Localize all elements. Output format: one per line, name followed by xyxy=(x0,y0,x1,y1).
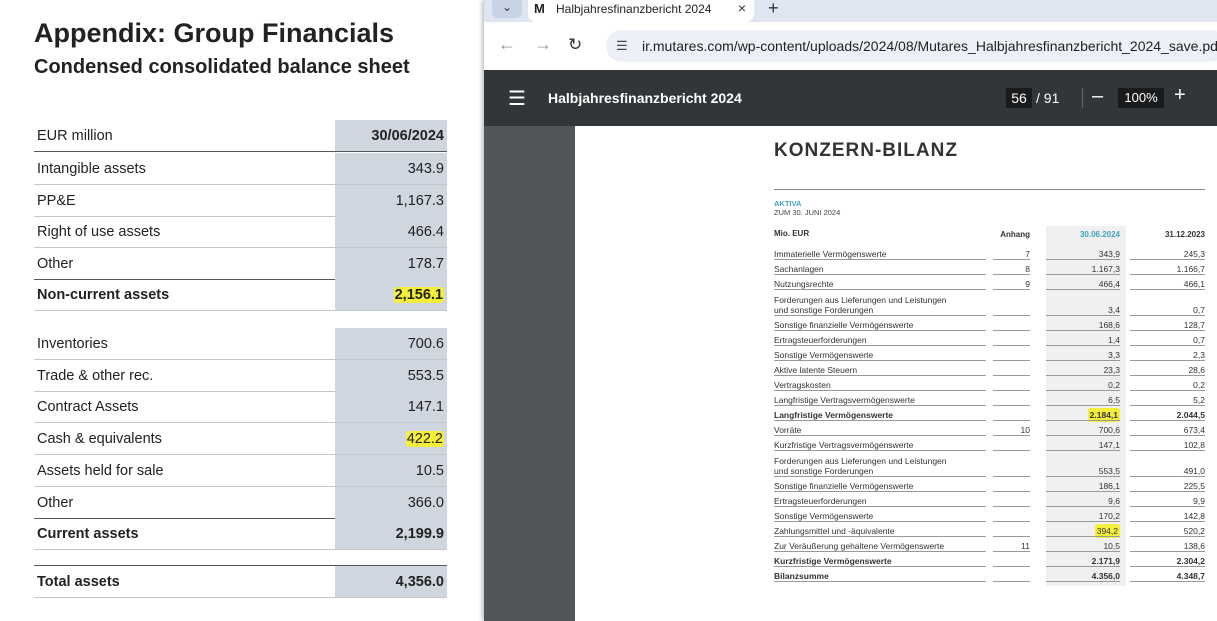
zoom-in-button[interactable]: + xyxy=(1174,84,1186,107)
table-row: Inventories 700.6 xyxy=(34,328,447,360)
highlighted-value: 422.2 xyxy=(405,431,444,447)
pdf-section-label: AKTIVA xyxy=(774,199,802,208)
hamburger-menu-icon[interactable]: ☰ xyxy=(508,86,526,111)
slide-title: Appendix: Group Financials xyxy=(34,18,395,48)
browser-toolbar: ← → ↻ ☰ ir.mutares.com/wp-content/upload… xyxy=(484,22,1217,71)
pdf-title: Halbjahresfinanzbericht 2024 xyxy=(548,90,742,106)
balance-table-header: EUR million 30/06/2024 xyxy=(34,120,447,152)
highlighted-value: 2,156.1 xyxy=(393,287,444,303)
pdf-table-row: Vertragskosten 0,2 0,2 xyxy=(774,380,1205,391)
url-text[interactable]: ir.mutares.com/wp-content/uploads/2024/0… xyxy=(642,38,1217,54)
pdf-table-row: Zahlungsmittel und -äquivalente 394,2 520,… xyxy=(774,524,1205,538)
zoom-level-input[interactable]: 100% xyxy=(1118,88,1164,108)
presentation-slide: Appendix: Group Financials Condensed con… xyxy=(0,0,484,621)
page-number-input[interactable]: 56 xyxy=(1006,88,1032,108)
pdf-table-row: Sonstige finanzielle Vermögenswerte 168,6… xyxy=(774,320,1205,331)
pdf-table-row: Sonstige Vermögenswerte 3,3 2,3 xyxy=(774,350,1205,361)
pdf-table-row: Bilanzsumme 4.356,0 4.348,7 xyxy=(774,571,1205,582)
divider xyxy=(774,189,1205,190)
pdf-heading: KONZERN-BILANZ xyxy=(774,140,958,161)
header-label: EUR million xyxy=(37,128,113,144)
pdf-table-row: Nutzungsrechte 9 466,4 466,1 xyxy=(774,279,1205,290)
table-row: PP&E 1,167.3 xyxy=(34,185,447,217)
table-row: Other 366.0 xyxy=(34,487,447,519)
table-row: Trade & other rec. 553.5 xyxy=(34,360,447,392)
toolbar-divider xyxy=(1082,88,1083,108)
pdf-table-row: Ertragsteuerforderungen 9,6 9,9 xyxy=(774,496,1205,507)
tab-halbjahresfinanzbericht[interactable]: M Halbjahresfinanzbericht 2024 × xyxy=(528,0,754,22)
table-row-subtotal: Non-current assets 2,156.1 xyxy=(34,279,447,311)
mutares-favicon-icon: M xyxy=(534,1,545,16)
pdf-table-row: Kurzfristige Vertragsvermögenswerte 147,1… xyxy=(774,440,1205,451)
pdf-table-row: Zur Veräußerung gehaltene Vermögenswerte… xyxy=(774,541,1205,552)
tab-strip: ⌄ M Halbjahresfinanzbericht 2024 × + xyxy=(484,0,1217,22)
tab-title: Halbjahresfinanzbericht 2024 xyxy=(556,2,712,16)
zoom-out-button[interactable]: – xyxy=(1092,85,1103,108)
pdf-table-row: Vorräte 10 700,6 673,4 xyxy=(774,425,1205,436)
header-column: 30/06/2024 xyxy=(335,120,447,151)
table-row-total: Total assets 4,356.0 xyxy=(34,565,447,598)
pdf-table-row: Langfristige Vermögenswerte 2.184,1 2.044,… xyxy=(774,408,1205,422)
pdf-table-row: Forderungen aus Lieferungen und Leistung… xyxy=(774,456,1205,477)
address-bar[interactable]: ☰ ir.mutares.com/wp-content/uploads/2024… xyxy=(606,30,1217,62)
pdf-table-row: Langfristige Vertragsvermögenswerte 6,5 5,… xyxy=(774,395,1205,406)
pdf-table-row: Forderungen aus Lieferungen und Leistung… xyxy=(774,295,1205,316)
pdf-table-header: Mio. EUR Anhang 30.06.2024 31.12.2023 xyxy=(774,229,1205,239)
close-tab-button[interactable]: × xyxy=(738,0,746,16)
page-total: / 91 xyxy=(1036,90,1060,106)
pdf-table-row: Aktive latente Steuern 23,3 28,6 xyxy=(774,365,1205,376)
forward-arrow-icon[interactable]: → xyxy=(534,34,552,55)
table-row: Intangible assets 343.9 xyxy=(34,153,447,185)
pdf-table-row: Ertragsteuerforderungen 1,4 0,7 xyxy=(774,335,1205,346)
table-row: Other 178.7 xyxy=(34,248,447,280)
table-row: Cash & equivalents 422.2 xyxy=(34,423,447,455)
table-row: Assets held for sale 10.5 xyxy=(34,455,447,487)
table-row: Right of use assets 466.4 xyxy=(34,216,447,248)
pdf-table-row: Immaterielle Vermögenswerte 7 343,9 245,3 xyxy=(774,249,1205,260)
pdf-viewer-toolbar: ☰ Halbjahresfinanzbericht 2024 56 / 91 –… xyxy=(484,70,1217,126)
back-arrow-icon[interactable]: ← xyxy=(498,34,516,55)
new-tab-button[interactable]: + xyxy=(768,0,779,19)
pdf-page: KONZERN-BILANZ AKTIVA ZUM 30. JUNI 2024 … xyxy=(575,126,1217,621)
pdf-canvas: KONZERN-BILANZ AKTIVA ZUM 30. JUNI 2024 … xyxy=(484,126,1217,621)
site-info-icon[interactable]: ☰ xyxy=(616,38,628,54)
tab-search-button[interactable]: ⌄ xyxy=(492,0,522,18)
pdf-table-row: Kurzfristige Vermögenswerte 2.171,9 2.304,… xyxy=(774,556,1205,567)
table-row-subtotal: Current assets 2,199.9 xyxy=(34,518,447,550)
pdf-table-row: Sonstige finanzielle Vermögenswerte 186,1… xyxy=(774,481,1205,492)
browser-window: ⌄ M Halbjahresfinanzbericht 2024 × + ← →… xyxy=(484,0,1217,621)
pdf-table-row: Sachanlagen 8 1.167,3 1.166,7 xyxy=(774,264,1205,275)
reload-icon[interactable]: ↻ xyxy=(568,35,582,55)
pdf-date: ZUM 30. JUNI 2024 xyxy=(774,208,841,217)
slide-subtitle: Condensed consolidated balance sheet xyxy=(34,56,410,78)
pdf-table-row: Sonstige Vermögenswerte 170,2 142,8 xyxy=(774,511,1205,522)
table-row: Contract Assets 147.1 xyxy=(34,391,447,423)
